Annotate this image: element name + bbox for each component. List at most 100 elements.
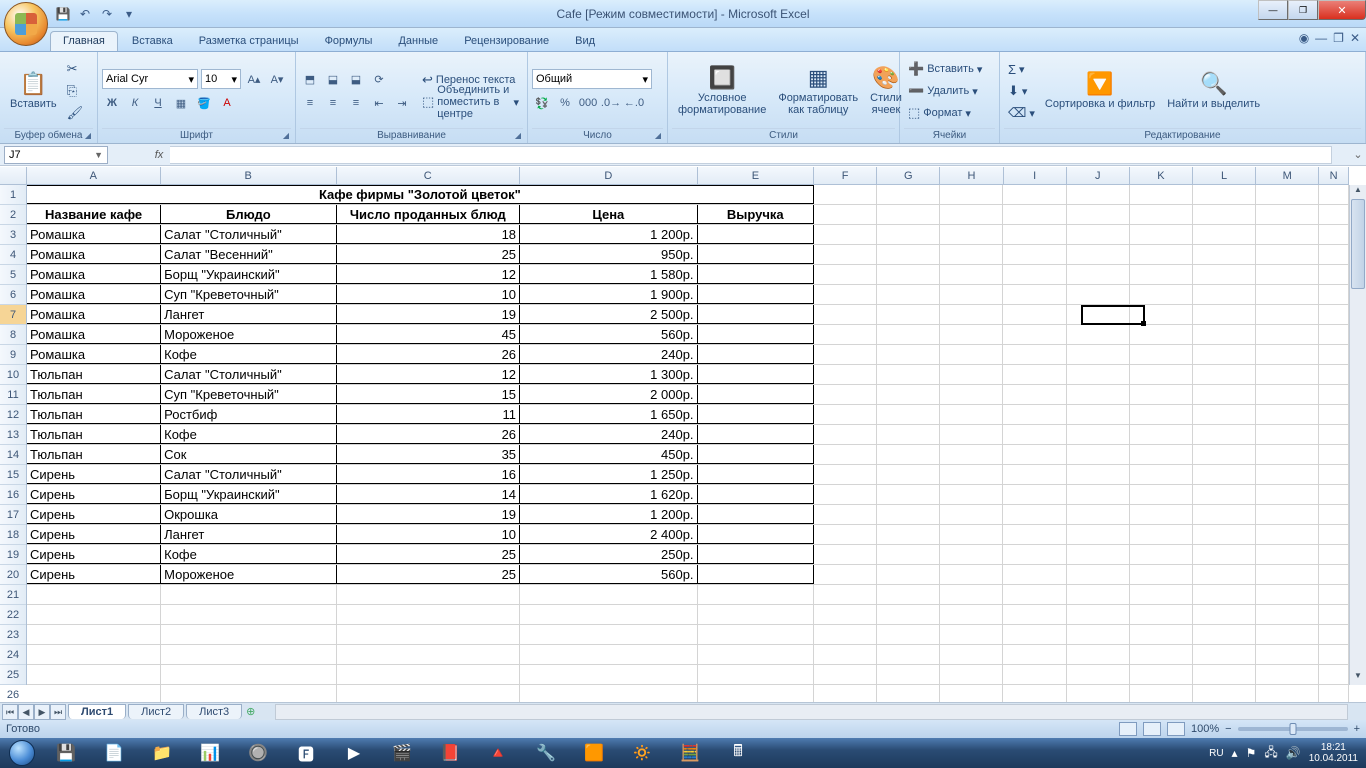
row-header[interactable]: 19 [0, 545, 26, 565]
cell[interactable] [1319, 405, 1349, 424]
help-icon[interactable]: ◉ [1299, 31, 1309, 45]
cell[interactable] [877, 225, 940, 244]
fill-color-button[interactable]: 🪣 [194, 93, 214, 113]
tab-вставка[interactable]: Вставка [120, 32, 185, 51]
row-header[interactable]: 11 [0, 385, 26, 405]
scroll-up-icon[interactable]: ▲ [1350, 185, 1366, 199]
cell[interactable]: 1 200р. [520, 225, 698, 244]
cell[interactable] [1130, 365, 1193, 384]
maximize-button[interactable]: ❐ [1288, 0, 1318, 20]
cell[interactable] [940, 685, 1003, 702]
cell[interactable] [1003, 665, 1066, 684]
row-header[interactable]: 24 [0, 645, 26, 665]
cell[interactable] [1193, 325, 1256, 344]
cell[interactable] [1130, 525, 1193, 544]
close-button[interactable]: ✕ [1318, 0, 1366, 20]
cell[interactable]: Борщ "Украинский" [161, 485, 337, 504]
col-header-F[interactable]: F [814, 167, 877, 184]
cell[interactable] [1003, 485, 1066, 504]
cell[interactable] [1256, 345, 1319, 364]
cell[interactable] [877, 605, 940, 624]
cell[interactable] [698, 385, 814, 404]
col-header-I[interactable]: I [1004, 167, 1067, 184]
cell[interactable] [1130, 305, 1193, 324]
qat-undo-icon[interactable]: ↶ [76, 5, 94, 23]
cell[interactable] [814, 225, 877, 244]
cell[interactable] [1256, 565, 1319, 584]
cell[interactable] [877, 365, 940, 384]
cell[interactable] [1319, 225, 1349, 244]
col-header-G[interactable]: G [877, 167, 940, 184]
increase-indent-button[interactable]: ⇥ [392, 93, 412, 113]
taskbar-item[interactable]: 📄 [90, 739, 138, 767]
cell[interactable] [1003, 465, 1066, 484]
cell[interactable] [1193, 545, 1256, 564]
col-header-K[interactable]: K [1130, 167, 1193, 184]
cell[interactable] [698, 305, 814, 324]
col-header-B[interactable]: B [161, 167, 337, 184]
cell[interactable]: Салат "Столичный" [161, 465, 337, 484]
cell[interactable] [1319, 185, 1349, 204]
cell[interactable] [814, 505, 877, 524]
cell[interactable]: Тюльпан [27, 405, 161, 424]
cell[interactable]: Лангет [161, 305, 337, 324]
cell[interactable] [940, 545, 1003, 564]
cell[interactable] [940, 185, 1003, 204]
cell[interactable]: Салат "Столичный" [161, 225, 337, 244]
cell[interactable]: 19 [337, 505, 520, 524]
row-header[interactable]: 20 [0, 565, 26, 585]
cell[interactable]: 12 [337, 365, 520, 384]
cell[interactable] [814, 485, 877, 504]
row-header[interactable]: 13 [0, 425, 26, 445]
cell[interactable]: 1 650р. [520, 405, 698, 424]
taskbar-item[interactable]: 🖩 [714, 739, 762, 767]
cell[interactable] [1193, 625, 1256, 644]
normal-view-button[interactable] [1119, 722, 1137, 736]
cell[interactable]: 1 900р. [520, 285, 698, 304]
cell[interactable] [1067, 365, 1130, 384]
cell[interactable] [1256, 625, 1319, 644]
cell[interactable] [877, 505, 940, 524]
cell[interactable]: 25 [337, 245, 520, 264]
cell[interactable] [940, 325, 1003, 344]
cell[interactable] [1193, 305, 1256, 324]
minimize-button[interactable]: — [1258, 0, 1288, 20]
cell[interactable] [520, 665, 698, 684]
cell[interactable] [1130, 685, 1193, 702]
cell[interactable] [1067, 385, 1130, 404]
underline-button[interactable]: Ч [148, 93, 168, 113]
cell[interactable] [1130, 505, 1193, 524]
cell[interactable] [940, 365, 1003, 384]
cell[interactable] [1067, 525, 1130, 544]
cell[interactable]: 26 [337, 345, 520, 364]
cell[interactable] [1067, 285, 1130, 304]
cell[interactable] [1067, 465, 1130, 484]
cell[interactable] [940, 465, 1003, 484]
cell[interactable] [940, 485, 1003, 504]
cell[interactable] [1130, 625, 1193, 644]
cell[interactable] [1319, 645, 1349, 664]
cell[interactable] [1193, 585, 1256, 604]
tab-разметка страницы[interactable]: Разметка страницы [187, 32, 311, 51]
align-center-button[interactable]: ≡ [323, 93, 343, 113]
cell[interactable]: Мороженое [161, 325, 337, 344]
col-header-D[interactable]: D [520, 167, 698, 184]
cell[interactable] [940, 525, 1003, 544]
cell[interactable] [1003, 205, 1066, 224]
cell[interactable] [27, 665, 161, 684]
cell[interactable] [1319, 625, 1349, 644]
cell[interactable] [1319, 465, 1349, 484]
tab-формулы[interactable]: Формулы [313, 32, 385, 51]
sort-filter-button[interactable]: 🔽Сортировка и фильтр [1039, 57, 1161, 125]
cell[interactable] [1003, 605, 1066, 624]
cell[interactable] [940, 445, 1003, 464]
cell[interactable]: Суп "Креветочный" [161, 385, 337, 404]
cell[interactable] [1003, 585, 1066, 604]
cell[interactable] [1003, 185, 1066, 204]
insert-sheet-icon[interactable]: ⊕ [246, 705, 255, 718]
font-name-combo[interactable]: Arial Cyr▾ [102, 69, 198, 89]
cell[interactable] [877, 625, 940, 644]
cell[interactable] [1130, 465, 1193, 484]
cell[interactable] [698, 525, 814, 544]
comma-button[interactable]: 000 [578, 93, 598, 113]
